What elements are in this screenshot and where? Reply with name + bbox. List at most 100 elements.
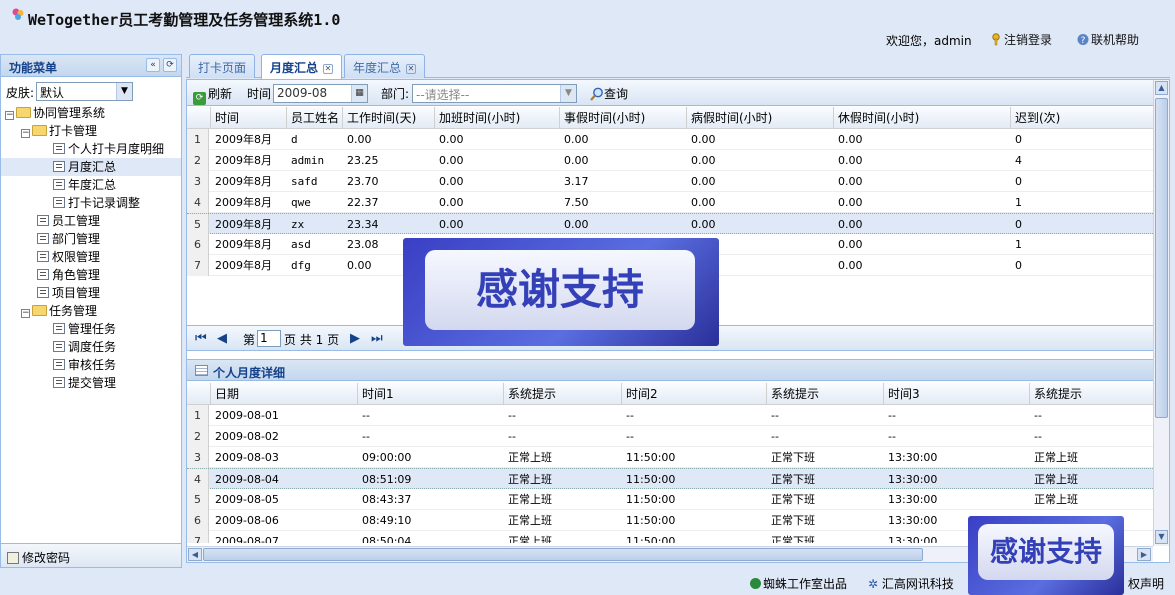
table-cell: 正常下班 (771, 473, 815, 486)
tree-item-role[interactable]: 角色管理 (37, 266, 100, 284)
sidebar: 功能菜单 « ⟳ 皮肤: 默认 ▼ − 协同管理系统 − 打卡管理 个人打卡月度明细… (0, 54, 182, 568)
query-button[interactable]: 查询 (590, 85, 628, 102)
column-header[interactable]: 时间3 (884, 383, 1030, 405)
time-input[interactable]: 2009-08 ▦ (273, 84, 368, 103)
dept-placeholder: --请选择-- (416, 88, 470, 102)
dept-select[interactable]: --请选择-- ▼ (412, 84, 577, 103)
scrollbar-thumb[interactable] (1155, 98, 1168, 418)
column-header[interactable]: 员工姓名 (287, 107, 343, 129)
prev-page-icon[interactable]: ◀ (217, 331, 227, 346)
table-row[interactable]: 5 2009-08-05 08:43:37 正常上班 11:50:00 正常下班 13:30… (187, 489, 1153, 510)
table-cell: -- (626, 430, 634, 443)
table-cell: 0.00 (838, 218, 863, 231)
refresh-button[interactable]: ⟳ 刷新 (193, 85, 232, 105)
calendar-icon[interactable]: ▦ (351, 85, 367, 102)
tab-clock-page[interactable]: 打卡页面 (189, 54, 256, 78)
column-header[interactable]: 时间1 (358, 383, 504, 405)
column-header[interactable]: 迟到(次) (1011, 107, 1153, 129)
table-row[interactable]: 4 2009-08-04 08:51:09 正常上班 11:50:00 正常下班 13:30… (187, 468, 1153, 490)
column-header[interactable]: 加班时间(小时) (435, 107, 560, 129)
table-cell: 0 (1015, 259, 1022, 272)
collapse-toggle-icon[interactable]: − (21, 309, 30, 318)
tree-item-permission[interactable]: 权限管理 (37, 248, 100, 266)
scroll-left-icon[interactable]: ◀ (188, 548, 202, 561)
table-row[interactable]: 4 2009年8月 qwe 22.37 0.00 7.50 0.00 0.00 1 (187, 192, 1153, 213)
column-header[interactable]: 时间2 (622, 383, 767, 405)
tree-item-manage-task[interactable]: 管理任务 (53, 320, 116, 338)
collapse-icon[interactable]: « (146, 58, 160, 72)
scrollbar-thumb[interactable] (203, 548, 923, 561)
tree-attendance[interactable]: − 打卡管理 (21, 122, 97, 140)
column-header[interactable]: 工作时间(天) (343, 107, 435, 129)
tree-item-department[interactable]: 部门管理 (37, 230, 100, 248)
tree-item-employee[interactable]: 员工管理 (37, 212, 100, 230)
table-cell: 09:00:00 (362, 451, 412, 464)
table-row[interactable]: 5 2009年8月 zx 23.34 0.00 0.00 0.00 0.00 0 (187, 213, 1153, 235)
row-number: 5 (187, 214, 209, 235)
tree-item-project[interactable]: 项目管理 (37, 284, 100, 302)
column-header[interactable]: 系统提示 (504, 383, 622, 405)
table-cell: 11:50:00 (626, 473, 676, 486)
last-page-icon[interactable]: ⏭ (371, 331, 383, 346)
next-page-icon[interactable]: ▶ (350, 331, 360, 346)
collapse-toggle-icon[interactable]: − (21, 129, 30, 138)
column-header[interactable]: 日期 (211, 383, 358, 405)
table-cell: 2009-08-07 (215, 535, 279, 543)
table-row[interactable]: 3 2009-08-03 09:00:00 正常上班 11:50:00 正常下班 13:30… (187, 447, 1153, 468)
tree-item-record-adjust[interactable]: 打卡记录调整 (53, 194, 140, 212)
tab-bar: 打卡页面 月度汇总 ✕ 年度汇总 ✕ (186, 54, 1170, 79)
tree-tasks[interactable]: − 任务管理 (21, 302, 97, 320)
table-cell: 正常上班 (508, 473, 552, 486)
column-header[interactable]: 时间 (211, 107, 287, 129)
table-cell: safd (291, 175, 318, 188)
table-cell: 0.00 (347, 133, 372, 146)
close-icon[interactable]: ✕ (323, 64, 334, 74)
tree-item-yearly-summary[interactable]: 年度汇总 (53, 176, 116, 194)
column-header[interactable]: 病假时间(小时) (687, 107, 834, 129)
tree-tasks-label: 任务管理 (49, 304, 98, 318)
change-password-button[interactable]: 修改密码 (1, 543, 181, 567)
table-row[interactable]: 1 2009年8月 d 0.00 0.00 0.00 0.00 0.00 0 (187, 129, 1153, 150)
tree-root[interactable]: − 协同管理系统 (5, 104, 105, 122)
help-link[interactable]: ? 联机帮助 (1077, 31, 1139, 48)
page-input[interactable]: 1 (257, 330, 281, 347)
tree-attendance-label: 打卡管理 (49, 124, 98, 138)
table-cell: 0.00 (439, 154, 464, 167)
logout-link[interactable]: 注销登录 (990, 31, 1052, 48)
tab-monthly-summary[interactable]: 月度汇总 ✕ (261, 54, 343, 79)
table-cell: 0.00 (691, 133, 716, 146)
column-header[interactable]: 事假时间(小时) (560, 107, 687, 129)
column-header[interactable]: 休假时间(小时) (834, 107, 1011, 129)
close-icon[interactable]: ✕ (406, 64, 417, 74)
refresh-tree-icon[interactable]: ⟳ (163, 58, 177, 72)
tree-item-dispatch-task[interactable]: 调度任务 (53, 338, 116, 356)
column-header[interactable]: 系统提示 (1030, 383, 1153, 405)
collapse-toggle-icon[interactable]: − (5, 111, 14, 120)
first-page-icon[interactable]: ⏮ (195, 331, 207, 346)
tree-item-label: 部门管理 (52, 232, 101, 246)
scroll-up-icon[interactable]: ▲ (1155, 81, 1168, 95)
skin-select[interactable]: 默认 ▼ (36, 82, 133, 101)
table-cell: 0.00 (564, 218, 589, 231)
table-row[interactable]: 3 2009年8月 safd 23.70 0.00 3.17 0.00 0.00 0 (187, 171, 1153, 192)
tree-item-review-task[interactable]: 审核任务 (53, 356, 116, 374)
copyright-link[interactable]: 权声明 (1128, 575, 1164, 592)
tree-item-monthly-summary[interactable]: 月度汇总 (1, 158, 181, 176)
welcome-text: 欢迎您，admin (886, 34, 972, 48)
table-cell: -- (1034, 430, 1042, 443)
table-row[interactable]: 2 2009年8月 admin 23.25 0.00 0.00 0.00 0.00 4 (187, 150, 1153, 171)
table-cell: 2009-08-04 (215, 473, 279, 486)
table-cell: 0.00 (439, 218, 464, 231)
rownum-header (187, 107, 211, 129)
vertical-scrollbar[interactable]: ▲ ▼ (1153, 80, 1169, 546)
scroll-down-icon[interactable]: ▼ (1155, 530, 1168, 544)
column-header[interactable]: 系统提示 (767, 383, 884, 405)
table-row[interactable]: 1 2009-08-01 -- -- -- -- -- -- (187, 405, 1153, 426)
tree-item-submit[interactable]: 提交管理 (53, 374, 116, 392)
scroll-right-icon[interactable]: ▶ (1137, 548, 1151, 561)
table-row[interactable]: 2 2009-08-02 -- -- -- -- -- -- (187, 426, 1153, 447)
table-cell: 正常上班 (1034, 451, 1078, 464)
tree-item-personal-monthly[interactable]: 个人打卡月度明细 (53, 140, 164, 158)
tab-yearly-summary[interactable]: 年度汇总 ✕ (344, 54, 426, 78)
skin-value: 默认 (40, 86, 65, 100)
